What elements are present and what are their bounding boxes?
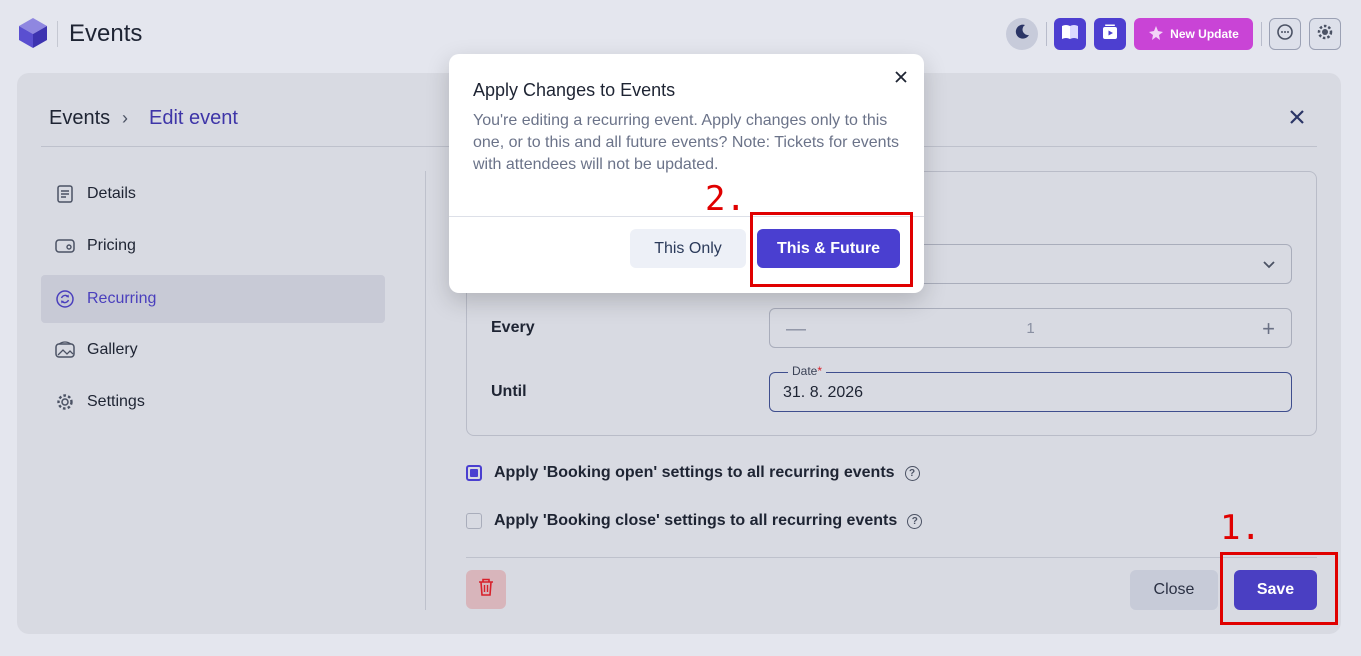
delete-button[interactable] [466,570,506,609]
close-button[interactable]: Close [1130,570,1218,610]
required-mark: * [817,364,823,378]
plus-icon[interactable]: + [1262,316,1275,342]
until-date-field[interactable]: Date* 31. 8. 2026 [769,364,1292,412]
new-update-button[interactable]: New Update [1134,18,1253,50]
breadcrumb-current: Edit event [149,107,238,129]
dialog-message: You're editing a recurring event. Apply … [473,112,900,173]
every-stepper[interactable]: — 1 + [769,308,1292,348]
toolbar-divider [1261,22,1262,46]
repeat-icon [55,289,75,309]
video-icon [1101,23,1119,46]
sidebar-item-label: Recurring [87,290,157,307]
toolbar-divider [1046,22,1047,46]
moon-icon [1013,23,1031,46]
every-value[interactable]: 1 [770,320,1291,337]
annotation-step-1: 1. [1220,508,1261,548]
gear-icon [1316,23,1334,46]
sidebar-item-gallery[interactable]: Gallery [41,326,385,374]
app-logo-icon[interactable] [16,16,50,50]
dialog-title: Apply Changes to Events [473,80,676,100]
breadcrumb-events-link[interactable]: Events [49,107,110,130]
breadcrumb-chevron-icon: › [122,108,128,128]
booking-open-label[interactable]: Apply 'Booking open' settings to all rec… [494,464,895,482]
booking-close-checkbox[interactable] [466,513,482,529]
new-update-label: New Update [1170,27,1239,41]
gallery-icon [55,340,75,360]
sparkle-icon [1148,25,1164,44]
booking-close-option: Apply 'Booking close' settings to all re… [494,512,923,530]
annotation-highlight-box [750,212,913,287]
dark-mode-toggle[interactable] [1006,18,1038,50]
document-icon [55,184,75,204]
sidebar-item-label: Gallery [87,341,138,358]
sidebar-item-pricing[interactable]: Pricing [41,222,385,270]
chat-icon [1276,23,1294,46]
sidebar-divider [425,171,426,610]
page-title: Events [69,20,143,47]
booking-open-checkbox[interactable] [466,465,482,481]
video-tutorials-button[interactable] [1094,18,1126,50]
sidebar-item-recurring[interactable]: Recurring [41,275,385,323]
docs-button[interactable] [1054,18,1086,50]
until-label: Until [491,383,527,400]
sidebar-item-label: Pricing [87,237,136,254]
sidebar-item-label: Settings [87,393,145,410]
trash-icon [477,577,495,602]
book-icon [1061,24,1079,45]
date-field-label: Date* [788,364,827,378]
sidebar-item-settings[interactable]: Settings [41,378,385,426]
every-label: Every [491,319,535,336]
chevron-down-icon [1261,256,1277,277]
gear-icon [55,392,75,412]
sidebar-item-details[interactable]: Details [41,170,385,218]
booking-open-option: Apply 'Booking open' settings to all rec… [494,464,920,482]
help-icon[interactable]: ? [907,513,923,529]
annotation-step-2: 2. [705,179,746,219]
this-only-button[interactable]: This Only [630,229,746,268]
help-icon[interactable]: ? [904,465,920,481]
settings-button[interactable] [1309,18,1341,50]
close-icon[interactable] [1286,106,1308,128]
booking-close-label[interactable]: Apply 'Booking close' settings to all re… [494,512,897,530]
close-icon[interactable] [892,68,910,86]
until-date-value[interactable]: 31. 8. 2026 [783,384,863,402]
sidebar-item-label: Details [87,185,136,202]
annotation-highlight-box [1220,552,1338,625]
wallet-icon [55,236,75,256]
footer-divider [466,557,1317,558]
header-divider [57,21,58,47]
chat-button[interactable] [1269,18,1301,50]
